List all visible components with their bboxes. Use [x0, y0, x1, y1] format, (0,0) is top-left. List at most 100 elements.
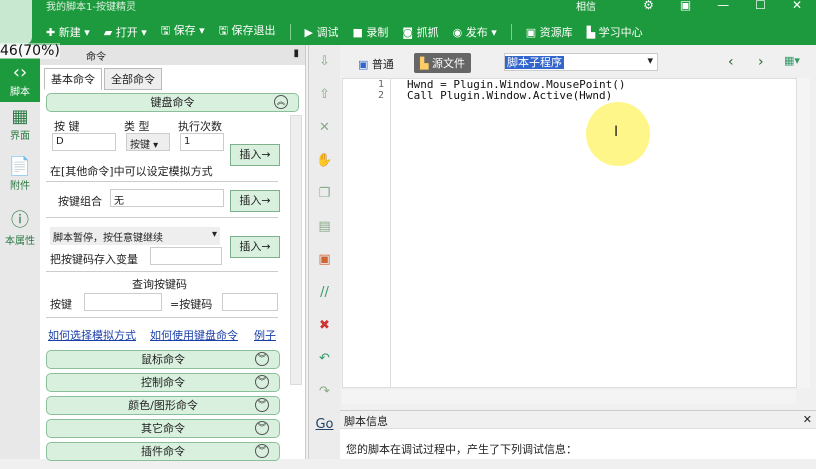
tab-all-commands[interactable]: 全部命令 [104, 68, 162, 90]
save-exit-icon: 🖫 [218, 24, 229, 37]
brand-label[interactable]: 相信 [576, 0, 596, 13]
debug-icon: ▶ [304, 25, 313, 39]
sidebar-item-1[interactable]: ▦ 界面 [0, 102, 40, 152]
prev-icon[interactable]: ‹ [728, 54, 734, 70]
sidebar-item-3[interactable]: ⓘ 本属性 [0, 202, 40, 252]
key-label: 按 键 [54, 120, 80, 133]
count-input[interactable]: 1 [180, 133, 224, 151]
sidebar-item-2[interactable]: 📄 附件 [0, 152, 40, 202]
mode-source-tab[interactable]: ▙ 源文件 [414, 53, 471, 73]
pin-icon[interactable]: ▮ [293, 48, 299, 59]
toolbar-publish-button[interactable]: ◉ 发布 ▾ [453, 24, 497, 40]
minimize-icon[interactable]: — [717, 0, 729, 12]
expand-icon[interactable]: ︾ [255, 444, 269, 458]
folder-icon: ▰ [103, 25, 113, 39]
save-icon: 🖫 [160, 24, 171, 37]
layout-icon[interactable]: ▦▾ [784, 54, 800, 67]
editor-vscrollbar[interactable] [796, 78, 810, 388]
copy-icon[interactable]: ❐ [309, 177, 340, 210]
edit-tools-column: ⇩ ⇧ ✕ ✋ ❐ ▤ ▣//✖ ↶ ↷ Go [308, 45, 340, 459]
close-icon[interactable]: ✕ [803, 413, 812, 426]
maximize-icon[interactable]: ☐ [755, 0, 766, 12]
tab-basic-commands[interactable]: 基本命令 [44, 68, 102, 90]
group-4[interactable]: 插件命令 ︾ [46, 442, 280, 461]
group-keyboard[interactable]: 键盘命令 ︽ [46, 93, 299, 112]
hint-text: 在[其他命令]中可以设定模拟方式 [50, 165, 213, 178]
up-arrow-icon[interactable]: ⇧ [309, 78, 340, 111]
panel-scrollbar[interactable] [290, 115, 302, 385]
record-icon: ■ [352, 25, 363, 39]
goto-icon[interactable]: Go [309, 408, 340, 441]
title-bar: 我的脚本1-按键精灵 相信 ⚙ ▣ — ☐ ✕ ✚ 新建 ▾ ▰ 打开 ▾ 🖫 保存 ▾ 🖫 … [0, 0, 816, 45]
insert-pause-button[interactable]: 插入→ [230, 236, 280, 258]
toolbar-plus-button[interactable]: ✚ 新建 ▾ [46, 24, 90, 40]
down-arrow-icon[interactable]: ⇩ [309, 45, 340, 78]
main-toolbar: ✚ 新建 ▾ ▰ 打开 ▾ 🖫 保存 ▾ 🖫 保存退出 ▶ 调试 ■ 录制 ◙ 抓抓 ◉ 发布… [46, 22, 643, 41]
group-0[interactable]: 鼠标命令 ︾ [46, 350, 280, 369]
publish-icon: ◉ [452, 25, 463, 39]
editor-hscrollbar[interactable] [342, 390, 796, 404]
close-icon[interactable]: ✕ [792, 0, 802, 12]
code-editor[interactable]: 12 Hwnd = Plugin.Window.MousePoint() Call… [342, 78, 810, 388]
mode-normal-tab[interactable]: ▣ 普通 [358, 56, 394, 72]
type-select[interactable]: 按键 ▾ [126, 133, 170, 151]
toolbar-debug-button[interactable]: ▶ 调试 [305, 24, 339, 40]
group-1[interactable]: 控制命令 ︾ [46, 373, 280, 392]
pause-select[interactable]: 脚本暂停，按任意键继续 ▾ [50, 227, 220, 245]
insert-key-button[interactable]: 插入→ [230, 144, 280, 166]
sidebar-icon: ‹› [12, 62, 28, 83]
toolbar-save-exit-button[interactable]: 🖫 保存退出 [219, 22, 276, 41]
info-message: 您的脚本在调试过程中，产生了下列调试信息： [346, 443, 577, 456]
link-keyboard-help[interactable]: 如何使用键盘命令 [150, 327, 238, 343]
sidebar-icon: ⓘ [11, 210, 29, 231]
sidebar-item-0[interactable]: ‹› 脚本 [0, 58, 40, 102]
learn-icon: ▙ [586, 25, 596, 39]
paste-icon[interactable]: ▤ [309, 210, 340, 243]
type-label: 类 型 [124, 120, 150, 133]
app-logo [0, 0, 32, 45]
hand-icon[interactable]: ✋ [309, 144, 340, 177]
link-simulation-mode[interactable]: 如何选择模拟方式 [48, 327, 136, 343]
settings-icon[interactable]: ⚙ [643, 0, 654, 12]
resource-icon: ▣ [525, 25, 537, 39]
insert-combo-button[interactable]: 插入→ [230, 190, 280, 212]
redo-icon[interactable]: ↷ [309, 375, 340, 408]
clipboard-icon[interactable]: ▣ [309, 243, 340, 276]
delete-icon[interactable]: ✕ [309, 111, 340, 144]
toolbar-save-button[interactable]: 🖫 保存 ▾ [161, 22, 205, 41]
command-panel: 命令 ▮ 基本命令 全部命令 键盘命令 ︽ 按 键 类 型 执行次数 D 按键 ▾ … [40, 45, 306, 461]
capture-icon: ◙ [402, 25, 414, 39]
sidebar-icon: 📄 [8, 156, 32, 177]
expand-icon[interactable]: ︾ [255, 352, 269, 366]
query-code-input[interactable] [222, 293, 278, 311]
comment-icon[interactable]: // [309, 276, 340, 309]
store-var-input[interactable] [150, 247, 222, 265]
uncomment-icon[interactable]: ✖ [309, 309, 340, 342]
combo-input[interactable]: 无 [110, 189, 224, 207]
undo-icon[interactable]: ↶ [309, 342, 340, 375]
group-3[interactable]: 其它命令 ︾ [46, 419, 280, 438]
expand-icon[interactable]: ︾ [255, 398, 269, 412]
link-example[interactable]: 例子 [254, 327, 276, 343]
expand-icon[interactable]: ︾ [255, 421, 269, 435]
code-line[interactable]: Call Plugin.Window.Active(Hwnd) [407, 90, 626, 101]
next-icon[interactable]: › [758, 54, 764, 70]
group-2[interactable]: 颜色/图形命令 ︾ [46, 396, 280, 415]
store-label: 把按键码存入变量 [50, 253, 138, 266]
query-key-input[interactable] [84, 293, 162, 311]
skin-icon[interactable]: ▣ [680, 0, 691, 12]
collapse-icon[interactable]: ︽ [274, 95, 288, 109]
left-sidebar: ‹› 脚本 ▦ 界面 📄 附件 ⓘ 本属性 [0, 58, 40, 459]
toolbar-capture-button[interactable]: ◙ 抓抓 [402, 24, 438, 40]
key-input[interactable]: D [52, 133, 116, 151]
line-numbers: 12 [343, 79, 391, 387]
script-info-panel: 脚本信息 ✕ 您的脚本在调试过程中，产生了下列调试信息： [340, 410, 816, 459]
toolbar-record-button[interactable]: ■ 录制 [353, 24, 389, 40]
toolbar-resource-button[interactable]: ▣ 资源库 [526, 24, 573, 40]
subroutine-select[interactable]: 脚本子程序 ▾ [504, 53, 658, 71]
zoom-overlay: 46(70%) [0, 43, 60, 59]
expand-icon[interactable]: ︾ [255, 375, 269, 389]
toolbar-learn-button[interactable]: ▙ 学习中心 [587, 24, 643, 40]
plus-icon: ✚ [46, 25, 56, 39]
toolbar-folder-button[interactable]: ▰ 打开 ▾ [104, 24, 147, 40]
